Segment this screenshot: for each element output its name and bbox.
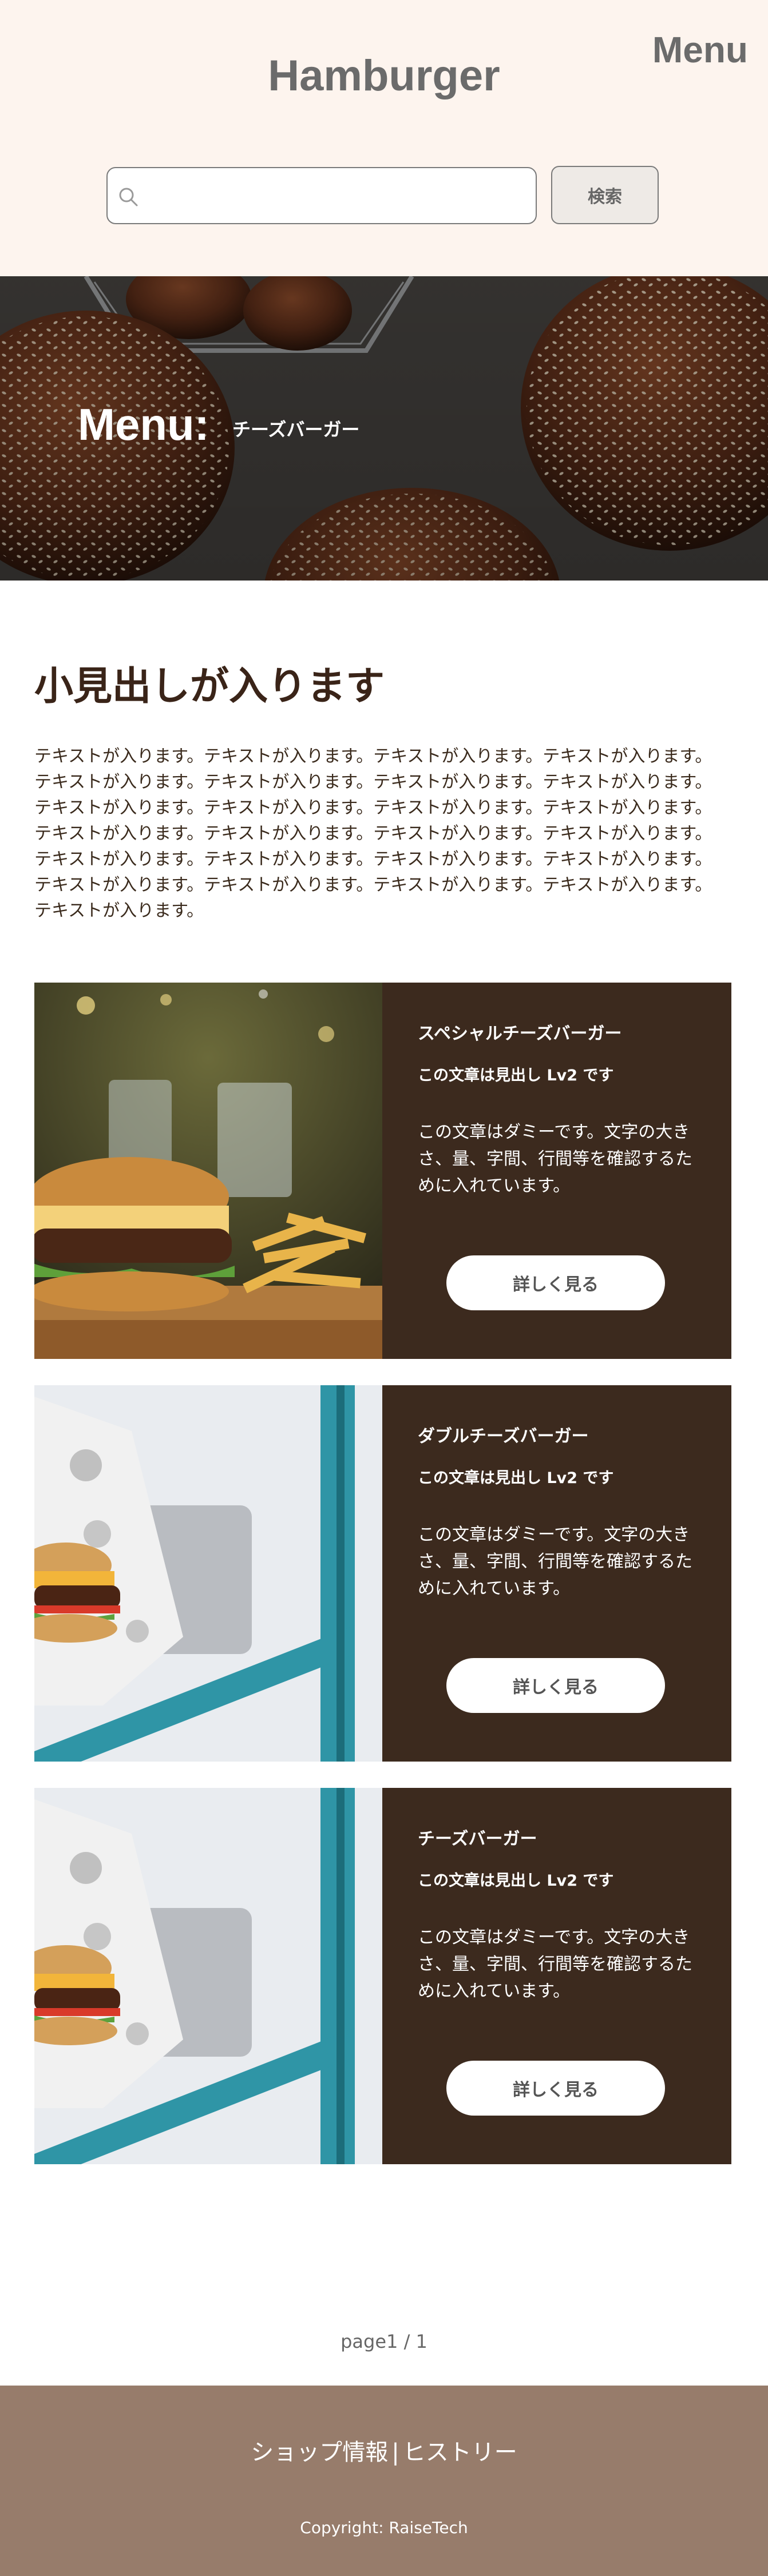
card-description: この文章はダミーです。文字の大きさ、量、字間、行間等を確認するために入れています… — [418, 1927, 692, 2001]
card-title: ダブルチーズバーガー — [418, 1426, 589, 1446]
footer-nav: ショップ情報 | ヒストリー — [0, 2439, 768, 2466]
menu-button[interactable]: Menu — [652, 31, 748, 68]
details-button[interactable]: 詳しく見る — [446, 2061, 665, 2116]
site-footer: ショップ情報 | ヒストリー Copyright: RaiseTech — [0, 2386, 768, 2576]
details-button[interactable]: 詳しく見る — [446, 1658, 665, 1713]
search-input[interactable] — [147, 174, 526, 218]
hero-title: Menu: — [78, 399, 209, 450]
burger-photo — [34, 983, 382, 1359]
card-body: スペシャルチーズバーガー この文章は見出し Lv2 です この文章はダミーです。… — [382, 983, 731, 1359]
search-icon — [119, 188, 138, 206]
card-description: この文章はダミーです。文字の大きさ、量、字間、行間等を確認するために入れています… — [418, 1525, 692, 1599]
card-subheading: この文章は見出し Lv2 です — [418, 1067, 614, 1084]
search-button[interactable]: 検索 — [551, 166, 659, 224]
card-subheading: この文章は見出し Lv2 です — [418, 1469, 614, 1487]
menu-card: ダブルチーズバーガー この文章は見出し Lv2 です この文章はダミーです。文字… — [34, 1385, 731, 1762]
card-description: この文章はダミーです。文字の大きさ、量、字間、行間等を確認するために入れています… — [418, 1122, 692, 1196]
card-subheading: この文章は見出し Lv2 です — [418, 1872, 614, 1890]
details-button[interactable]: 詳しく見る — [446, 1255, 665, 1310]
footer-separator: | — [391, 2439, 399, 2466]
hero-subtitle: チーズバーガー — [232, 419, 360, 440]
site-header: Hamburger Menu 検索 — [0, 0, 768, 276]
intro-text: テキストが入ります。テキストが入ります。テキストが入ります。テキストが入ります。… — [34, 746, 712, 921]
menu-card: チーズバーガー この文章は見出し Lv2 です この文章はダミーです。文字の大き… — [34, 1788, 731, 2164]
card-body: ダブルチーズバーガー この文章は見出し Lv2 です この文章はダミーです。文字… — [382, 1385, 731, 1762]
card-title: チーズバーガー — [418, 1829, 537, 1849]
pagination: page1 / 1 — [341, 2331, 427, 2352]
copyright: Copyright: RaiseTech — [300, 2518, 468, 2537]
footer-link-shop-info[interactable]: ショップ情報 — [251, 2439, 388, 2466]
burger-photo — [34, 1385, 382, 1762]
footer-link-history[interactable]: ヒストリー — [403, 2439, 517, 2466]
search-box[interactable] — [106, 167, 537, 224]
card-title: スペシャルチーズバーガー — [418, 1024, 622, 1044]
section-heading: 小見出しが入ります — [34, 664, 385, 709]
menu-card: スペシャルチーズバーガー この文章は見出し Lv2 です この文章はダミーです。… — [34, 983, 731, 1359]
hero-banner: Menu: チーズバーガー — [0, 276, 768, 581]
card-body: チーズバーガー この文章は見出し Lv2 です この文章はダミーです。文字の大き… — [382, 1788, 731, 2164]
burger-photo — [34, 1788, 382, 2164]
